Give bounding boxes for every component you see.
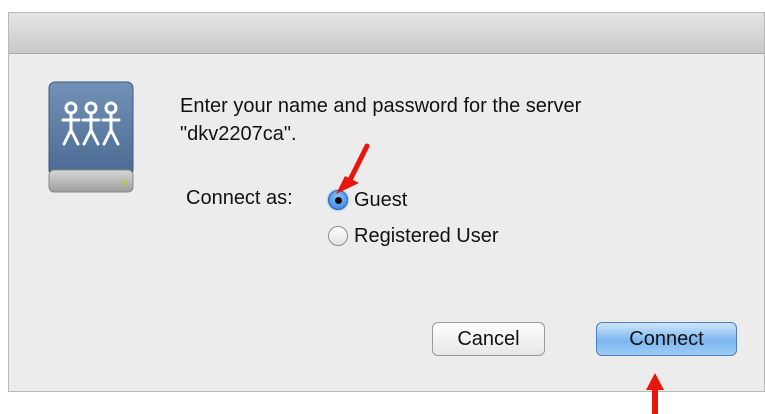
radio-button-unselected[interactable] (328, 226, 348, 246)
message-line-1: Enter your name and password for the ser… (180, 95, 582, 117)
red-arrow-icon (646, 373, 664, 414)
radio-label-registered-user: Registered User (354, 224, 499, 247)
dialog-message: Enter your name and password for the ser… (180, 92, 740, 148)
dialog-titlebar[interactable] (9, 13, 764, 54)
message-server-name: "dkv2207ca". (180, 123, 297, 145)
connect-as-label: Connect as: (186, 187, 293, 209)
cancel-button[interactable]: Cancel (432, 322, 545, 356)
connect-button[interactable]: Connect (596, 322, 737, 356)
network-server-drive-icon (48, 81, 134, 193)
radio-option-registered-user[interactable]: Registered User (328, 223, 499, 249)
red-arrow-icon (336, 143, 370, 194)
